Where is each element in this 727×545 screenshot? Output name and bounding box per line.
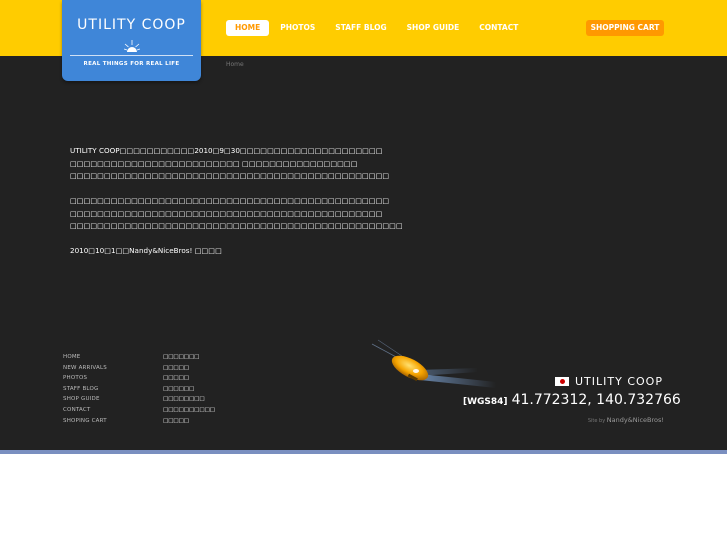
site-credit[interactable]: Site by Nandy&NiceBros! (560, 416, 664, 424)
footer-brand-name: UTILITY COOP (575, 374, 663, 388)
footer-link-contact[interactable]: CONTACT (63, 405, 143, 416)
main-nav: HOME PHOTOS STAFF BLOG SHOP GUIDE CONTAC… (226, 20, 529, 36)
nav-contact[interactable]: CONTACT (470, 20, 527, 36)
footer-link-ja[interactable]: □□□□□ (163, 363, 243, 374)
footer-link-ja[interactable]: □□□□□ (163, 373, 243, 384)
footer-link-ja[interactable]: □□□□□□□ (163, 352, 243, 363)
footer-brand: UTILITY COOP (555, 374, 663, 388)
text-line: □□□□□□□□□□□□□□□□□□□□□□□□□□□□□□□□□□□□□□□□… (70, 171, 390, 180)
text-line: □□□□□□□□□□□□□□□□□□□□□□□□□□□□□□□□□□□□□□□□… (70, 221, 403, 230)
text-line: □□□□□□□□□□□□□□□□□□□□□□□□□□□□□□□□□□□□□□□□… (70, 196, 390, 205)
coordinate-values: 41.772312, 140.732766 (511, 392, 681, 408)
footer-link-ja[interactable]: □□□□□□□□ (163, 394, 243, 405)
coordinate-datum: [WGS84] (463, 397, 508, 407)
nav-staff-blog[interactable]: STAFF BLOG (326, 20, 395, 36)
footer-link-ja[interactable]: □□□□□ (163, 416, 243, 427)
footer-link-ja[interactable]: □□□□□□ (163, 384, 243, 395)
logo-divider (70, 55, 193, 56)
footer-link-home[interactable]: HOME (63, 352, 143, 363)
announcement-text: UTILITY COOP□□□□□□□□□□□2010□9□30□□□□□□□□… (70, 145, 403, 270)
text-line: □□□□□□□□□□□□□□□□□□□□□□□□□ □□□□□□□□□□□□□□… (70, 158, 358, 168)
footer-link-staff-blog[interactable]: STAFF BLOG (63, 384, 143, 395)
text-line: □□□□□□□□□□□□□□□□□□□□□□□□□□□□□□□□□□□□□□□□… (70, 208, 383, 218)
shopping-cart-button[interactable]: SHOPPING CART (586, 20, 664, 36)
footer-link-shop-guide[interactable]: SHOP GUIDE (63, 394, 143, 405)
text-line: UTILITY COOP□□□□□□□□□□□2010□9□30□□□□□□□□… (70, 146, 383, 155)
announcement-paragraph-1: UTILITY COOP□□□□□□□□□□□2010□9□30□□□□□□□□… (70, 145, 389, 183)
nav-home[interactable]: HOME (226, 20, 270, 36)
main-content: Home UTILITY COOP□□□□□□□□□□□2010□9□30□□□… (0, 56, 727, 450)
footer-links: HOME NEW ARRIVALS PHOTOS STAFF BLOG SHOP… (63, 352, 143, 426)
logo-tagline: REAL THINGS FOR REAL LIFE (83, 61, 180, 67)
bottom-divider (0, 450, 727, 454)
footer-link-photos[interactable]: PHOTOS (63, 373, 143, 384)
nav-shop-guide[interactable]: SHOP GUIDE (398, 20, 469, 36)
text-line: 2010□10□1□□Nandy&NiceBros! □□□□ (70, 246, 222, 255)
announcement-paragraph-2: □□□□□□□□□□□□□□□□□□□□□□□□□□□□□□□□□□□□□□□□… (70, 195, 403, 233)
credit-prefix: Site by (587, 418, 606, 424)
nav-photos[interactable]: PHOTOS (271, 20, 324, 36)
japan-flag-icon (555, 376, 569, 386)
footer-link-ja[interactable]: □□□□□□□□□□ (163, 405, 243, 416)
announcement-paragraph-3: 2010□10□1□□Nandy&NiceBros! □□□□ (70, 245, 370, 258)
page: HOME PHOTOS STAFF BLOG SHOP GUIDE CONTAC… (0, 0, 727, 545)
logo-title: UTILITY COOP (77, 17, 186, 33)
footer-links-japanese: □□□□□□□ □□□□□ □□□□□ □□□□□□ □□□□□□□□ □□□□… (163, 352, 243, 426)
footer-link-shopping-cart[interactable]: SHOPING CART (63, 416, 143, 427)
sunrise-icon (124, 40, 140, 52)
breadcrumb[interactable]: Home (226, 61, 244, 68)
footer-link-new-arrivals[interactable]: NEW ARRIVALS (63, 363, 143, 374)
gps-coordinates: [WGS84] 41.772312, 140.732766 (463, 389, 681, 408)
site-logo[interactable]: UTILITY COOP REAL THINGS FOR REAL LIFE (62, 0, 201, 81)
credit-maker[interactable]: Nandy&NiceBros! (607, 416, 664, 424)
